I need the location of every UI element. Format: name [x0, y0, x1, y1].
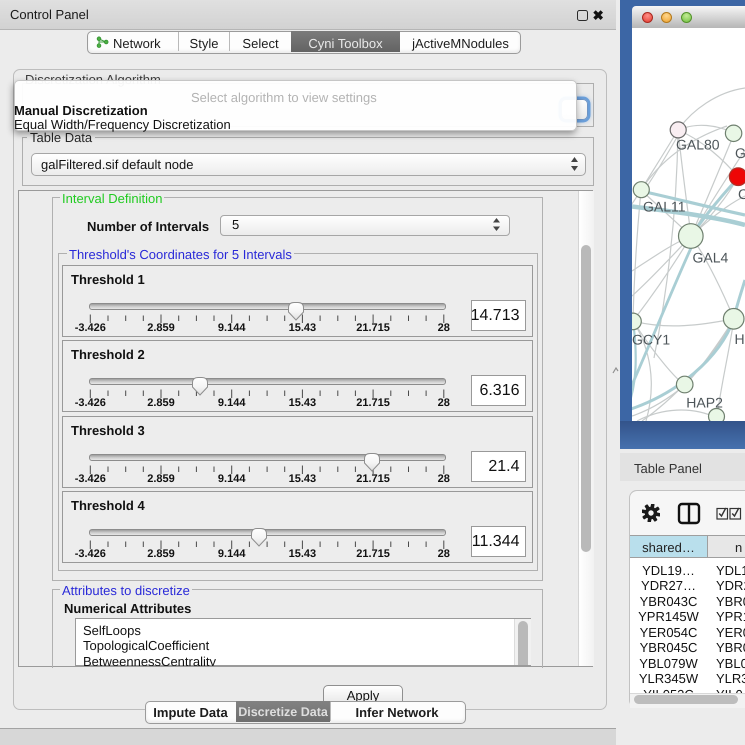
svg-text:GAL11: GAL11 [643, 199, 686, 215]
svg-text:C: C [738, 186, 745, 202]
svg-text:GAL4: GAL4 [693, 250, 729, 266]
svg-text:HAP2: HAP2 [686, 395, 723, 411]
svg-text:GAL80: GAL80 [676, 137, 720, 153]
svg-text:H: H [735, 331, 745, 347]
svg-text:GCY1: GCY1 [632, 332, 670, 348]
svg-text:GAL: GAL [735, 145, 745, 161]
